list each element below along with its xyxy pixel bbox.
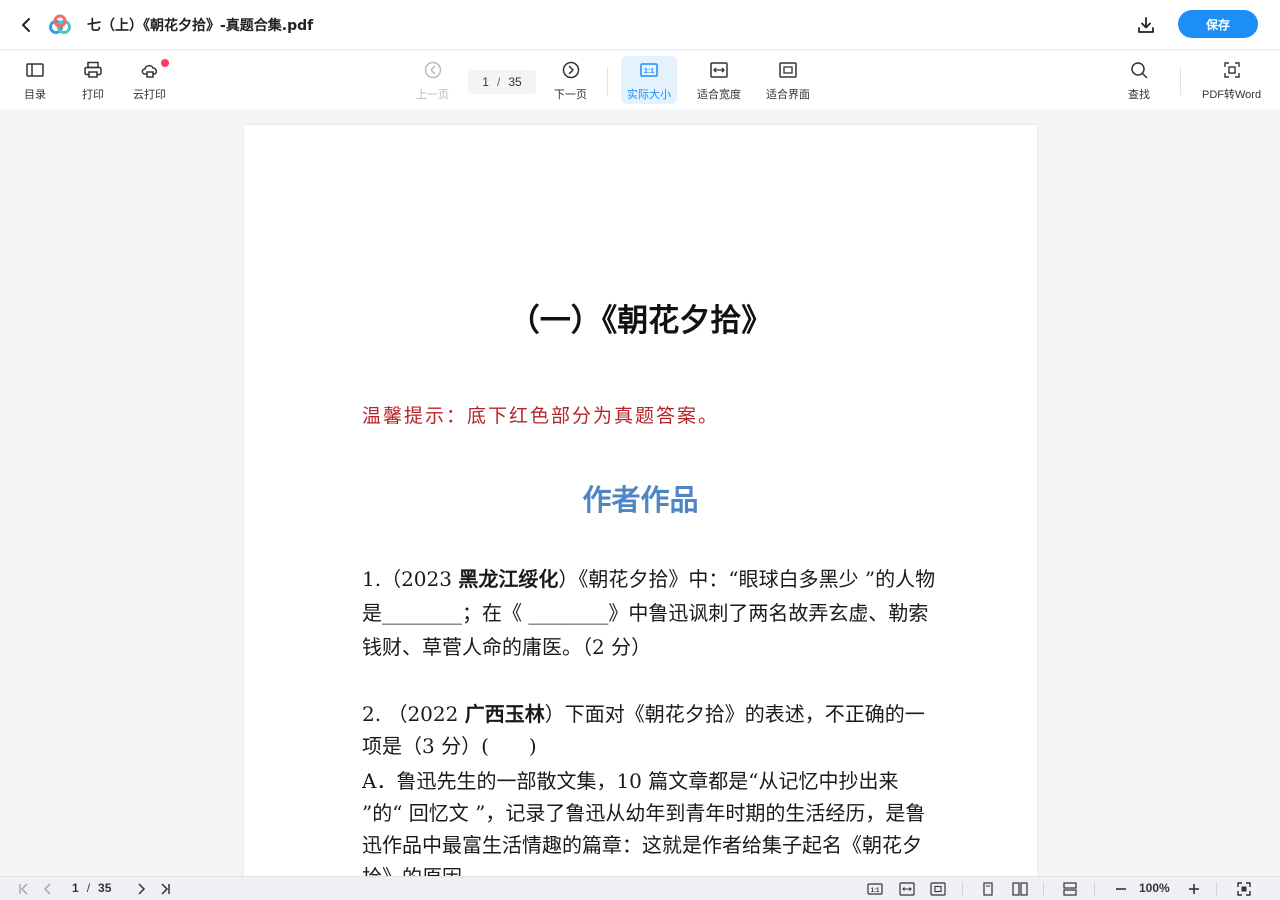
baidu-netdisk-logo-icon [48, 13, 72, 37]
actual-size-button[interactable]: 1:1 实际大小 [621, 56, 677, 104]
document-viewport[interactable]: （一）《朝花夕拾》 温馨提示：底下红色部分为真题答案。 作者作品 1.（2023… [0, 110, 1280, 876]
status-current-page: 1 [72, 881, 79, 895]
status-divider [962, 882, 963, 896]
find-label: 查找 [1128, 89, 1150, 101]
question-1: 1.（2023 黑龙江绥化）《朝花夕拾》中：“眼球白多黑少 ”的人物是_____… [362, 562, 942, 664]
toolbar-divider [1180, 67, 1181, 95]
page-separator: / [496, 75, 501, 89]
cloud-printer-icon [139, 59, 161, 81]
single-page-view-icon[interactable] [980, 881, 996, 897]
first-page-icon[interactable] [16, 881, 32, 897]
actual-size-label: 实际大小 [627, 88, 671, 101]
toc-button[interactable]: 目录 [24, 59, 46, 102]
status-page-indicator: 1 / 35 [72, 881, 111, 895]
circle-left-icon [422, 59, 444, 81]
option-a: A．鲁迅先生的一部散文集，10 篇文章都是“从记忆中抄出来 ”的“ 回忆文 ”，… [362, 769, 926, 876]
status-divider [1043, 882, 1044, 896]
zoom-in-icon[interactable] [1186, 881, 1202, 897]
document-heading: （一）《朝花夕拾》 [508, 303, 773, 339]
pdf-page: （一）《朝花夕拾》 温馨提示：底下红色部分为真题答案。 作者作品 1.（2023… [244, 125, 1037, 876]
last-page-icon[interactable] [157, 881, 173, 897]
status-divider [1216, 882, 1217, 896]
answer-tip: 温馨提示：底下红色部分为真题答案。 [362, 405, 720, 427]
fit-screen-icon [777, 59, 799, 81]
zoom-level[interactable]: 100% [1139, 881, 1170, 895]
zoom-out-icon[interactable] [1113, 881, 1129, 897]
toc-label: 目录 [24, 89, 46, 101]
section-title: 作者作品 [582, 483, 699, 517]
svg-text:1:1: 1:1 [871, 888, 880, 894]
prev-page-button[interactable]: 上一页 [416, 59, 449, 102]
printer-icon [82, 59, 104, 81]
print-label: 打印 [82, 89, 104, 101]
fit-screen-label: 适合界面 [766, 89, 810, 101]
status-bar: 1 / 35 1:1 100% [0, 876, 1280, 900]
page-number-input[interactable]: 1 / 35 [468, 70, 536, 94]
search-icon [1128, 59, 1150, 81]
question-2: 2. （2022 广西玉林）下面对《朝花夕拾》的表述，不正确的一项是（3 分）(… [362, 698, 942, 762]
fit-width-button[interactable]: 适合宽度 [697, 59, 741, 102]
fit-width-icon [708, 59, 730, 81]
fullscreen-icon[interactable] [1236, 881, 1252, 897]
next-page-button[interactable]: 下一页 [554, 59, 587, 102]
status-actual-size-icon[interactable]: 1:1 [867, 881, 883, 897]
prev-page-icon[interactable] [40, 881, 56, 897]
toolbar: 目录 打印 云打印 上一页 1 / 35 下一页 1:1 实际大小 适合宽度 适… [0, 51, 1280, 109]
fit-width-label: 适合宽度 [697, 89, 741, 101]
print-button[interactable]: 打印 [82, 59, 104, 102]
q2-region: 广西玉林 [464, 702, 545, 726]
status-fit-width-icon[interactable] [899, 881, 915, 897]
svg-text:1:1: 1:1 [644, 68, 654, 75]
status-fit-screen-icon[interactable] [930, 881, 946, 897]
pdf-to-word-label: PDF转Word [1202, 89, 1262, 101]
next-page-icon[interactable] [133, 881, 149, 897]
find-button[interactable]: 查找 [1128, 59, 1150, 102]
convert-icon [1221, 59, 1243, 81]
q1-prefix: 1.（2023 [362, 567, 459, 591]
q1-region: 黑龙江绥化 [458, 567, 559, 591]
status-page-separator: / [86, 881, 91, 895]
continuous-scroll-icon[interactable] [1062, 881, 1078, 897]
download-icon[interactable] [1134, 13, 1158, 37]
current-page: 1 [482, 75, 489, 89]
circle-right-icon [560, 59, 582, 81]
notification-dot [161, 59, 169, 67]
toolbar-divider [607, 67, 608, 95]
fit-screen-button[interactable]: 适合界面 [766, 59, 810, 102]
save-button[interactable]: 保存 [1178, 10, 1258, 38]
status-total-pages: 35 [98, 881, 112, 895]
document-title: 七（上）《朝花夕拾》-真题合集.pdf [87, 18, 314, 34]
table-of-contents-icon [24, 59, 46, 81]
cloud-print-label: 云打印 [133, 89, 166, 101]
next-page-label: 下一页 [554, 89, 587, 101]
status-divider [1094, 882, 1095, 896]
prev-page-label: 上一页 [416, 89, 449, 101]
two-page-view-icon[interactable] [1012, 881, 1028, 897]
back-arrow-icon[interactable] [14, 13, 38, 37]
total-pages: 35 [508, 75, 522, 89]
actual-size-icon: 1:1 [638, 59, 660, 81]
title-bar: 七（上）《朝花夕拾》-真题合集.pdf 保存 [0, 0, 1280, 50]
q2-prefix: 2. （2022 [362, 702, 465, 726]
pdf-to-word-button[interactable]: PDF转Word [1202, 59, 1261, 102]
